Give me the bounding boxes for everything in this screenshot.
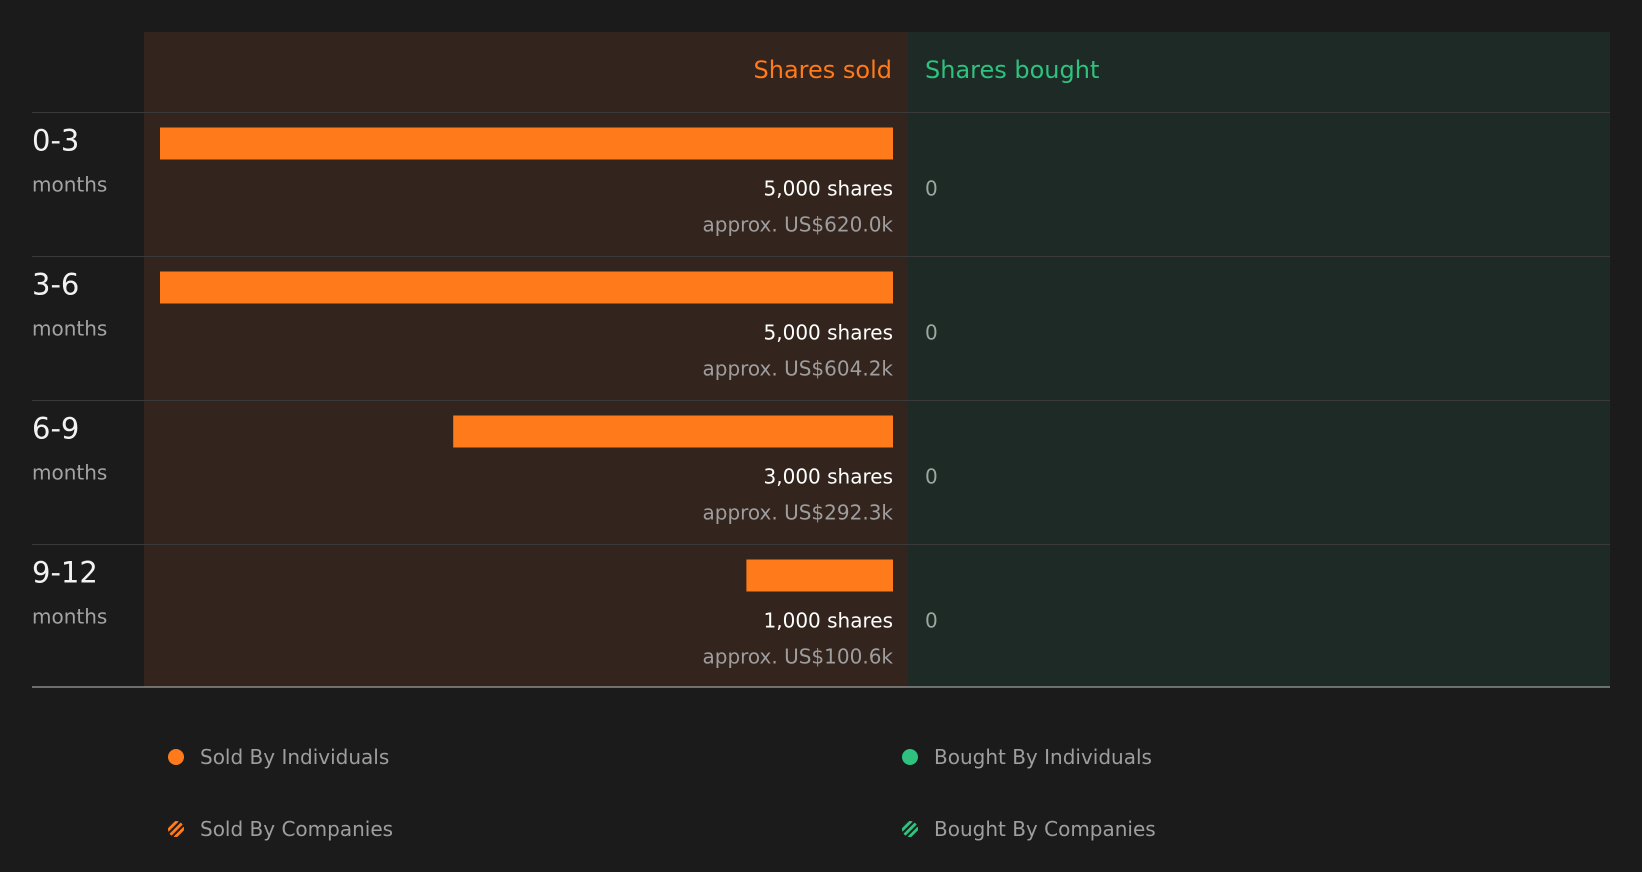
sold-value-label: approx. US$292.3k	[703, 501, 894, 525]
period-unit-label: months	[32, 461, 107, 485]
bought-shares-label: 0	[925, 177, 938, 201]
period-unit-label: months	[32, 605, 107, 629]
bought-shares-label: 0	[925, 609, 938, 633]
period-label: 6-9	[32, 412, 79, 446]
sold-bar	[453, 415, 893, 448]
period-label: 0-3	[32, 124, 79, 158]
sold-shares-label: 1,000 shares	[764, 609, 893, 633]
sold-shares-label: 3,000 shares	[764, 465, 893, 489]
sold-bar	[160, 127, 893, 160]
insider-trading-chart: Shares sold Shares bought 0-3 months 5,000…	[32, 32, 1610, 688]
sold-value-label: approx. US$100.6k	[703, 645, 894, 669]
sold-column-header: Shares sold	[754, 56, 892, 84]
sold-shares-label: 5,000 shares	[764, 321, 893, 345]
sold-shares-label: 5,000 shares	[764, 177, 893, 201]
sold-value-label: approx. US$620.0k	[703, 213, 894, 237]
sold-value-label: approx. US$604.2k	[703, 357, 894, 381]
period-label: 3-6	[32, 268, 79, 302]
sold-bar	[160, 271, 893, 304]
period-unit-label: months	[32, 317, 107, 341]
sold-bar	[746, 559, 893, 592]
period-label: 9-12	[32, 556, 98, 590]
bought-panel	[908, 32, 1610, 687]
period-unit-label: months	[32, 173, 107, 197]
bought-shares-label: 0	[925, 465, 938, 489]
bought-shares-label: 0	[925, 321, 938, 345]
bought-column-header: Shares bought	[925, 56, 1099, 84]
